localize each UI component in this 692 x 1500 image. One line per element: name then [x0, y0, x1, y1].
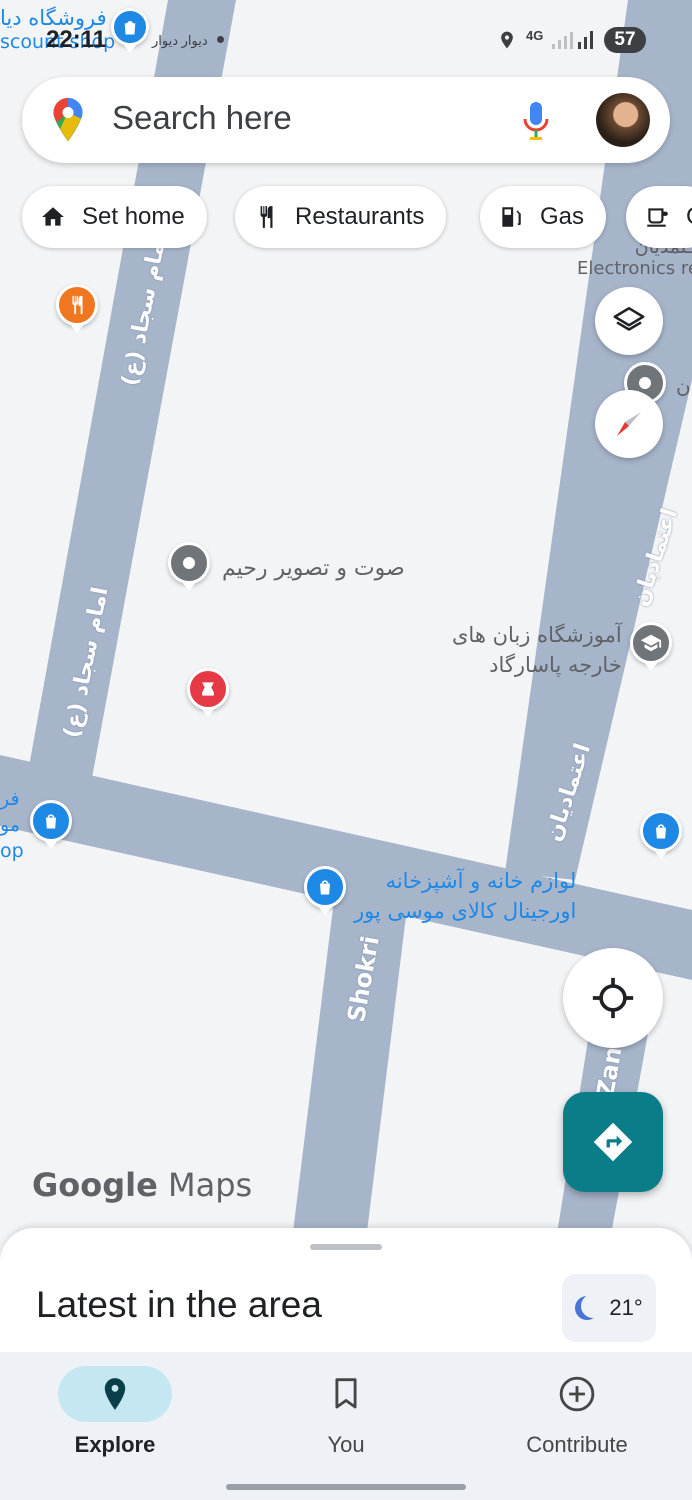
gas-station-icon: [498, 204, 524, 230]
profile-avatar[interactable]: [596, 93, 650, 147]
chip-label: Restaurants: [295, 203, 425, 230]
chip-label: Set home: [82, 203, 185, 230]
restaurant-icon: [253, 204, 279, 230]
battery-indicator: 57: [604, 27, 646, 53]
chip-restaurants[interactable]: Restaurants: [235, 186, 447, 248]
moon-icon: [581, 1294, 605, 1318]
poi-label-home-kitchen-line1: لوازم خانه و آشپزخانه: [385, 869, 577, 893]
sheet-title: Latest in the area: [36, 1284, 322, 1325]
search-input[interactable]: Search here: [112, 99, 292, 137]
directions-icon: [593, 1122, 633, 1162]
google-maps-logo-icon: [53, 98, 83, 142]
poi-label-left-shop-line2: مو: [0, 814, 20, 836]
home-icon: [40, 204, 66, 230]
crosshair-icon: [592, 977, 634, 1019]
layers-button[interactable]: [595, 287, 663, 355]
poi-label-right-edge: ن: [676, 374, 691, 398]
search-bar[interactable]: Search here: [22, 77, 670, 163]
shopping-pin-icon[interactable]: [30, 800, 72, 842]
nav-you[interactable]: You: [231, 1352, 461, 1472]
signal-icon: [552, 31, 593, 49]
bookmark-icon: [335, 1378, 357, 1409]
poi-label-left-shop-line1: فر: [0, 788, 20, 810]
google-maps-watermark: Google Maps: [32, 1166, 252, 1204]
sheet-drag-handle[interactable]: [310, 1244, 382, 1250]
notification-dot-icon: [217, 36, 224, 43]
nav-explore-pill: [58, 1366, 172, 1422]
shopping-pin-icon[interactable]: [640, 810, 682, 852]
poi-label-left-shop-line3: op: [0, 840, 24, 862]
nav-you-pill: [289, 1366, 403, 1422]
poi-label-language-school[interactable]: آموزشگاه زبان های خارجه پاسارگاد: [452, 620, 622, 680]
weather-chip[interactable]: 21°: [562, 1274, 656, 1342]
school-pin-icon[interactable]: [630, 622, 672, 664]
poi-label-home-kitchen-line2: اورجینال کالای موسی پور: [354, 899, 577, 923]
home-indicator[interactable]: [226, 1484, 466, 1490]
poi-label-left-shop[interactable]: فر مو op: [0, 786, 24, 864]
nav-contribute[interactable]: Contribute: [462, 1352, 692, 1472]
nav-label: Contribute: [526, 1432, 628, 1457]
location-status-icon: [501, 31, 513, 49]
layers-icon: [613, 306, 645, 331]
network-type: 4G: [526, 28, 544, 43]
chip-label: Gas: [540, 203, 585, 230]
my-location-button[interactable]: [563, 948, 663, 1048]
watermark-google: Google: [32, 1166, 158, 1204]
nav-contribute-pill: [520, 1366, 634, 1422]
restaurant-pin-icon[interactable]: [56, 284, 98, 326]
poi-label-language-school-line1: آموزشگاه زبان های: [452, 623, 622, 647]
chip-label: C: [686, 203, 692, 231]
chip-cafe[interactable]: C: [626, 186, 692, 248]
poi-label-electronics-en: Electronics rep: [577, 258, 692, 279]
status-time: 22:11: [46, 26, 107, 53]
status-bar: 22:11 دیوار دیوار 4G 57: [0, 0, 692, 70]
shopping-pin-icon[interactable]: [304, 866, 346, 908]
watermark-maps: Maps: [167, 1166, 253, 1204]
compass-button[interactable]: [595, 390, 663, 458]
chip-set-home[interactable]: Set home: [22, 186, 207, 248]
add-circle-icon: [559, 1376, 595, 1412]
poi-label-home-kitchen[interactable]: لوازم خانه و آشپزخانه اورجینال کالای موس…: [354, 866, 576, 926]
explore-pin-icon: [104, 1378, 126, 1410]
nav-label: You: [327, 1432, 365, 1457]
place-pin-icon[interactable]: [168, 542, 210, 584]
status-notification-text: دیوار دیوار: [152, 33, 208, 48]
chip-gas[interactable]: Gas: [480, 186, 607, 248]
temperature: 21°: [609, 1295, 643, 1320]
mic-icon[interactable]: [522, 101, 550, 141]
poi-label-language-school-line2: خارجه پاسارگاد: [489, 653, 622, 677]
cafe-icon: [644, 204, 670, 230]
nav-label: Explore: [74, 1432, 156, 1457]
bottom-sheet[interactable]: Latest in the area 21°: [0, 1228, 692, 1358]
bottom-navigation: Explore You Contribute: [0, 1352, 692, 1500]
maps-screen: امام سجاد (ع) امام سجاد (ع) اعتمادیان اع…: [0, 0, 692, 1500]
directions-button[interactable]: [563, 1092, 663, 1192]
poi-label-sound-image[interactable]: صوت و تصویر رحیم: [222, 556, 405, 581]
pharmacy-pin-icon[interactable]: [187, 668, 229, 710]
compass-icon: [617, 412, 641, 436]
nav-explore[interactable]: Explore: [0, 1352, 230, 1472]
